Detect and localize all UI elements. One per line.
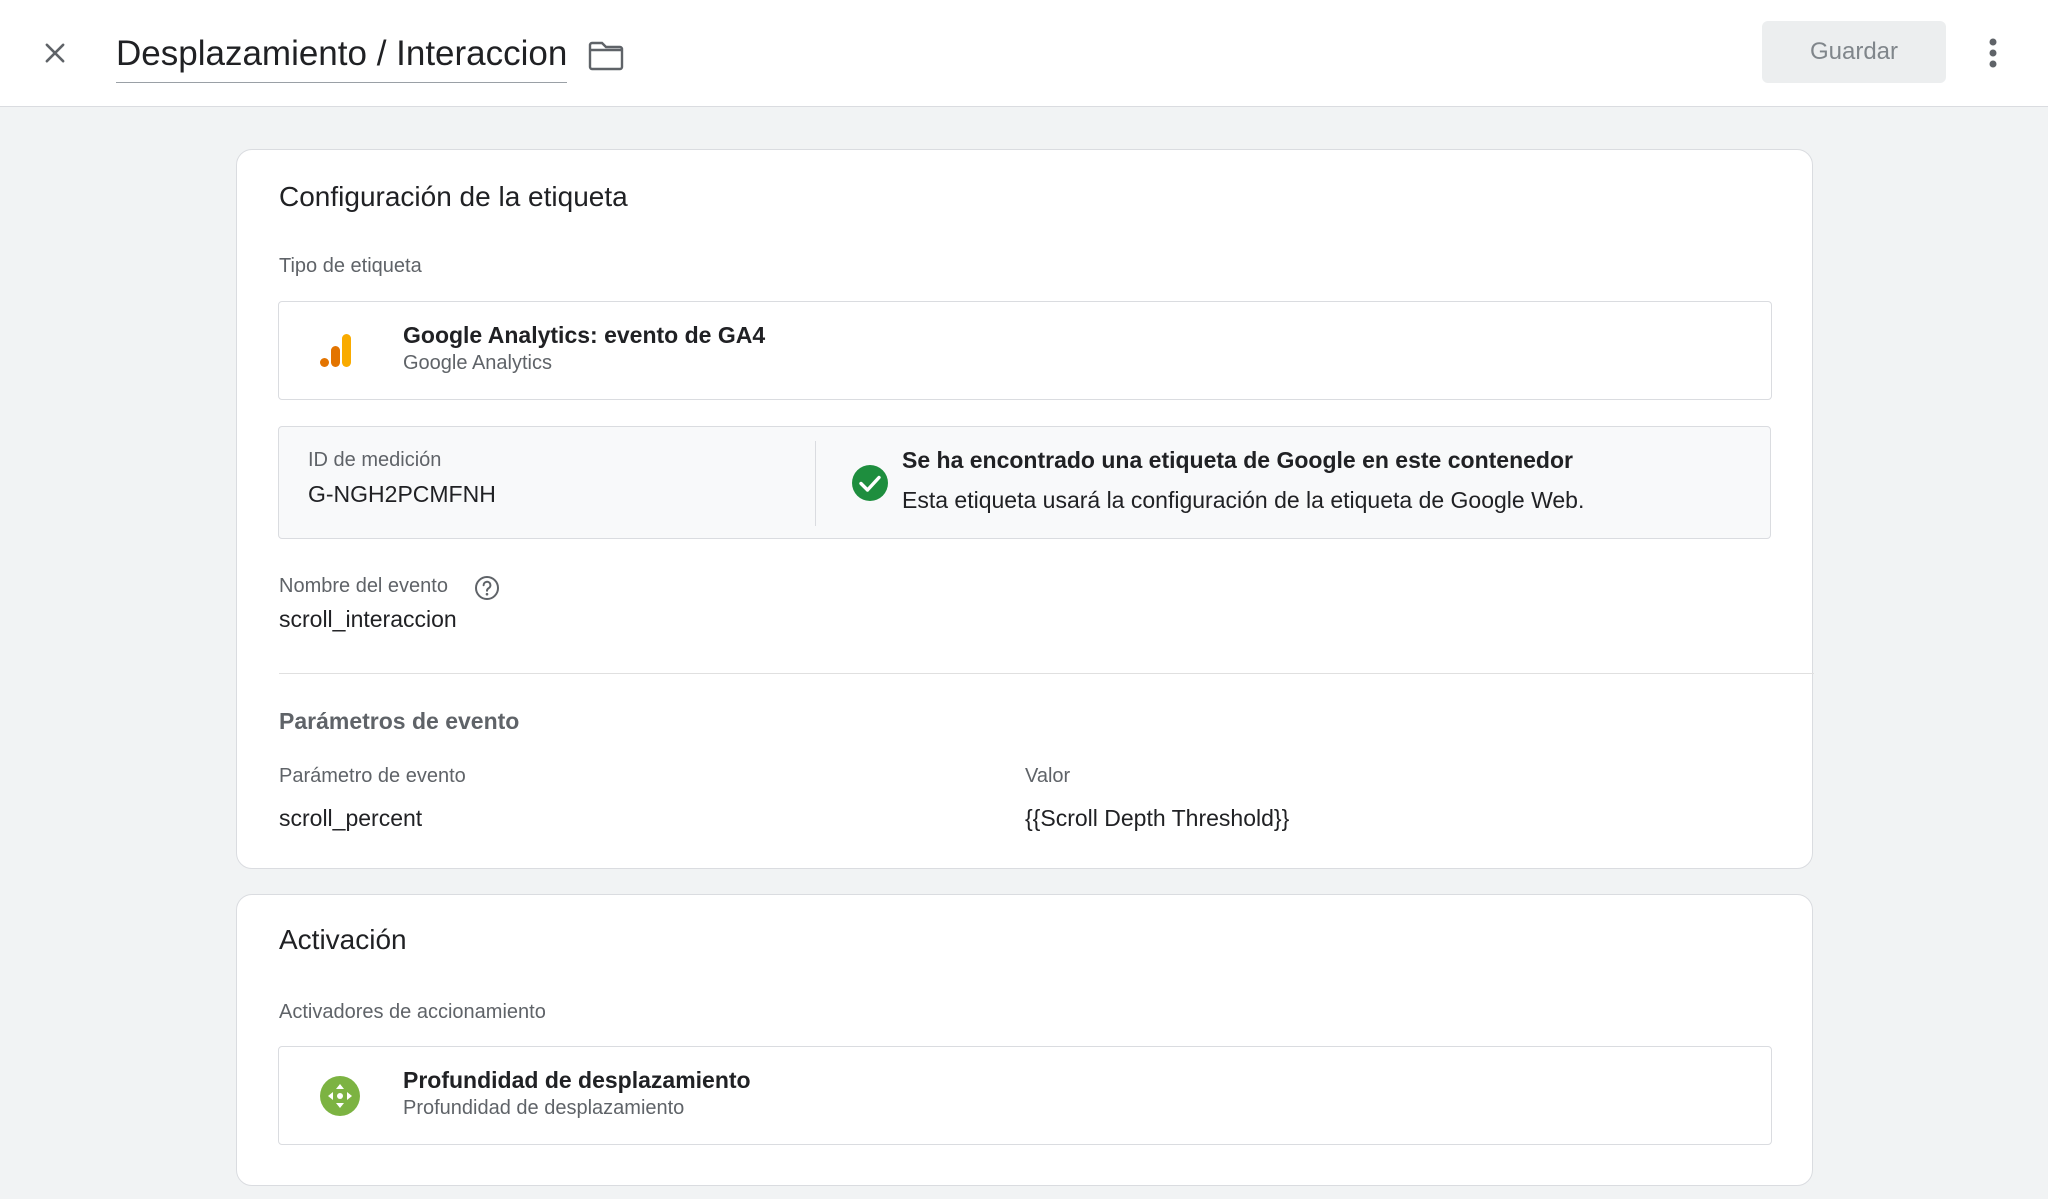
trigger-name: Profundidad de desplazamiento xyxy=(403,1067,751,1093)
event-parameters-title: Parámetros de evento xyxy=(279,708,520,734)
measurement-id-panel: ID de medición G-NGH2PCMFNH Se ha encont… xyxy=(278,426,1771,539)
check-circle-icon xyxy=(851,464,889,502)
card-title: Configuración de la etiqueta xyxy=(279,181,628,212)
google-tag-found-text: Esta etiqueta usará la configuración de … xyxy=(902,487,1585,513)
folder-icon xyxy=(588,41,624,71)
tag-type-label: Tipo de etiqueta xyxy=(279,255,422,277)
trigger-item[interactable]: Profundidad de desplazamiento Profundida… xyxy=(278,1046,1772,1145)
tag-type-selector[interactable]: Google Analytics: evento de GA4 Google A… xyxy=(278,301,1772,400)
param-column-header: Parámetro de evento xyxy=(279,765,466,787)
help-icon[interactable] xyxy=(474,575,500,601)
more-options-button[interactable] xyxy=(1970,28,2016,78)
tag-type-name: Google Analytics: evento de GA4 xyxy=(403,322,766,348)
value-column-header: Valor xyxy=(1025,765,1071,787)
tag-name-title[interactable]: Desplazamiento / Interaccion xyxy=(116,30,568,83)
close-icon xyxy=(45,43,65,63)
activation-card[interactable]: Activación Activadores de accionamiento … xyxy=(236,894,1813,1186)
more-vert-icon xyxy=(1989,38,1997,68)
tag-configuration-card[interactable]: Configuración de la etiqueta Tipo de eti… xyxy=(236,149,1814,869)
google-tag-found-title: Se ha encontrado una etiqueta de Google … xyxy=(902,447,1573,473)
scroll-depth-icon xyxy=(319,1075,361,1117)
param-name-cell: scroll_percent xyxy=(279,805,423,831)
top-bar: Desplazamiento / Interaccion Guardar xyxy=(0,0,2048,107)
close-button[interactable] xyxy=(30,28,80,78)
event-name-label: Nombre del evento xyxy=(279,575,448,597)
measurement-id-value: G-NGH2PCMFNH xyxy=(308,481,496,507)
param-value-cell: {{Scroll Depth Threshold}} xyxy=(1025,805,1290,831)
tag-type-provider: Google Analytics xyxy=(403,352,552,374)
save-button[interactable]: Guardar xyxy=(1762,21,1946,83)
measurement-id-label: ID de medición xyxy=(308,449,442,471)
divider xyxy=(815,441,816,526)
trigger-type: Profundidad de desplazamiento xyxy=(403,1097,685,1119)
divider xyxy=(279,673,1814,674)
event-name-value: scroll_interaccion xyxy=(279,606,457,632)
triggers-label: Activadores de accionamiento xyxy=(279,1001,546,1023)
folder-button[interactable] xyxy=(584,34,628,78)
google-analytics-icon xyxy=(317,330,359,372)
card-title: Activación xyxy=(279,924,407,955)
